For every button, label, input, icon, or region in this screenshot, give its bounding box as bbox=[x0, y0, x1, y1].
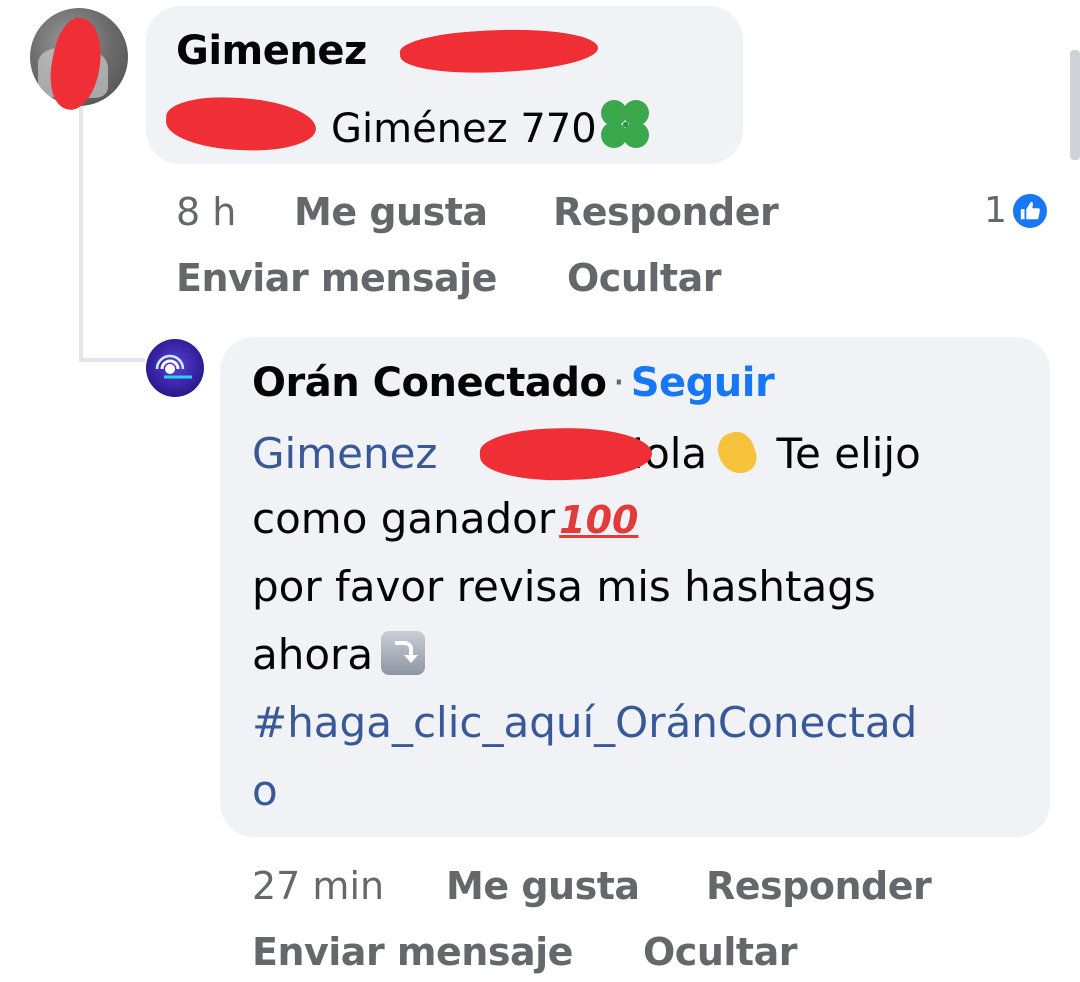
reaction-count[interactable]: 1 bbox=[984, 190, 1007, 231]
thread-connector-vertical bbox=[79, 104, 83, 362]
comment-timestamp[interactable]: 8 h bbox=[176, 190, 236, 234]
down-arrow-icon bbox=[381, 631, 426, 675]
reply-reply-button[interactable]: Responder bbox=[706, 864, 932, 908]
follow-button[interactable]: Seguir bbox=[631, 360, 775, 406]
reply-timestamp[interactable]: 27 min bbox=[252, 864, 384, 908]
reply-text-tail: Te elijo bbox=[776, 429, 921, 478]
reply-text-line-2: como ganador 100 bbox=[252, 494, 638, 543]
scrollbar[interactable] bbox=[1070, 50, 1080, 160]
thread-connector-horizontal bbox=[79, 358, 145, 362]
separator: · bbox=[612, 360, 626, 406]
reply-send-message-button[interactable]: Enviar mensaje bbox=[252, 930, 573, 974]
reply-hide-button[interactable]: Ocultar bbox=[643, 930, 797, 974]
send-message-button[interactable]: Enviar mensaje bbox=[176, 256, 497, 300]
reply-like-button[interactable]: Me gusta bbox=[446, 864, 640, 908]
like-reaction-icon[interactable] bbox=[1010, 191, 1050, 231]
clover-icon bbox=[597, 96, 655, 154]
reply-text: ahora bbox=[252, 630, 374, 679]
reply-text-line-4: ahora bbox=[252, 630, 426, 679]
reply-text-line-3: por favor revisa mis hashtags bbox=[252, 562, 876, 611]
hundred-points-icon: 100 bbox=[559, 498, 639, 542]
hide-button[interactable]: Ocultar bbox=[567, 256, 721, 300]
comment-author[interactable]: Gimenez bbox=[176, 28, 367, 74]
reply-author[interactable]: Orán Conectado bbox=[252, 360, 607, 406]
reply-text: como ganador bbox=[252, 494, 556, 543]
hashtag-link-continued[interactable]: o bbox=[252, 766, 278, 815]
waving-hand-icon bbox=[711, 426, 763, 479]
reply-button[interactable]: Responder bbox=[553, 190, 779, 234]
comment-text-visible: Giménez 770 bbox=[331, 106, 597, 152]
mention-link[interactable]: Gimenez bbox=[252, 429, 437, 478]
reply-author-line: Orán Conectado · Seguir bbox=[252, 360, 775, 406]
hashtag-link[interactable]: #haga_clic_aquí_OránConectad bbox=[252, 698, 917, 747]
page-avatar[interactable] bbox=[146, 339, 204, 397]
like-button[interactable]: Me gusta bbox=[294, 190, 488, 234]
